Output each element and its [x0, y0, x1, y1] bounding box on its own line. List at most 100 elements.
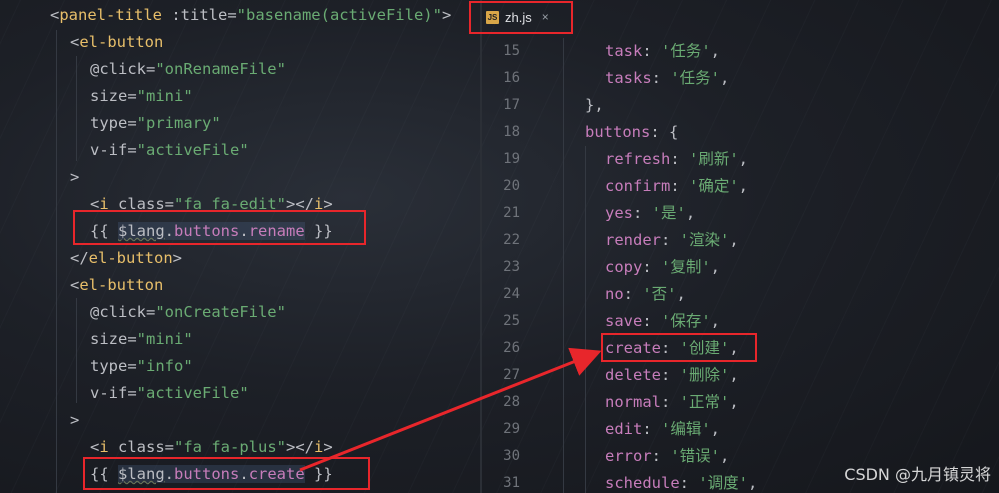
- code-token: buttons: [174, 222, 240, 240]
- code-token: },: [585, 96, 604, 114]
- line-number: 19: [503, 151, 520, 167]
- code-token: ,: [748, 474, 758, 492]
- code-token: '调度': [698, 474, 748, 492]
- code-token: buttons: [585, 123, 651, 141]
- code-line: error: '错误',: [605, 443, 729, 470]
- code-token: ,: [685, 204, 696, 222]
- code-token: :: [661, 393, 680, 411]
- code-token: :: [642, 258, 661, 276]
- line-number: 17: [503, 97, 520, 113]
- code-token: '编辑': [661, 420, 711, 438]
- code-token: i: [99, 195, 119, 213]
- code-line: {{ $lang.buttons.create }}: [90, 461, 333, 488]
- watermark: CSDN @九月镇灵将: [844, 465, 991, 484]
- code-token: :: [642, 420, 661, 438]
- code-token: el-button: [79, 276, 164, 294]
- code-line: @click="onCreateFile": [90, 299, 286, 326]
- indent-guide: [76, 56, 77, 161]
- code-token: '创建': [679, 339, 730, 357]
- code-token: yes: [605, 204, 633, 222]
- code-token: :: [633, 204, 652, 222]
- code-editor-screenshot: <panel-title :title="basename(activeFile…: [0, 0, 999, 493]
- code-token: '刷新': [689, 150, 739, 168]
- code-line: <el-button: [70, 272, 163, 299]
- code-token: '任务': [670, 69, 721, 87]
- code-token: {{: [90, 222, 118, 240]
- code-token: type=: [90, 114, 137, 132]
- code-token: type=: [90, 357, 137, 375]
- code-token: <: [70, 33, 80, 51]
- code-token: v-if=: [90, 384, 137, 402]
- code-token: @click=: [90, 303, 156, 321]
- code-line: type="info": [90, 353, 193, 380]
- code-token: }}: [304, 222, 333, 240]
- code-token: ,: [729, 231, 739, 249]
- code-token: $lang: [118, 222, 165, 240]
- code-token: '否': [642, 285, 677, 303]
- code-line: task: '任务',: [605, 38, 720, 65]
- indent-guide: [563, 38, 564, 493]
- code-token: >: [172, 249, 183, 267]
- code-token: el-button: [79, 33, 164, 51]
- code-line: >: [70, 164, 79, 191]
- code-token: "info": [136, 357, 193, 375]
- code-line: <i class="fa fa-edit"></i>: [90, 191, 333, 218]
- code-token: :: [642, 312, 661, 330]
- code-token: $lang: [118, 465, 165, 483]
- line-number: 23: [503, 259, 520, 275]
- code-token: <: [90, 195, 100, 213]
- code-token: create: [605, 339, 661, 357]
- code-token: create: [248, 465, 305, 483]
- code-token: i: [99, 438, 119, 456]
- code-token: :: [661, 366, 680, 384]
- code-token: >: [70, 411, 80, 429]
- code-token: >: [323, 438, 333, 456]
- code-token: copy: [605, 258, 643, 276]
- line-number: 29: [503, 421, 520, 437]
- code-token: <: [70, 276, 80, 294]
- code-token: ,: [710, 420, 721, 438]
- code-line: buttons: {: [585, 119, 678, 146]
- code-token: ,: [720, 69, 730, 87]
- code-line: {{ $lang.buttons.rename }}: [90, 218, 333, 245]
- code-token: buttons: [174, 465, 240, 483]
- code-line: create: '创建',: [605, 335, 739, 362]
- code-line: normal: '正常',: [605, 389, 739, 416]
- code-token: ,: [676, 285, 686, 303]
- code-line: copy: '复制',: [605, 254, 720, 281]
- tab-zh-js[interactable]: JS zh.js ×: [474, 2, 570, 32]
- line-number: 27: [503, 367, 520, 383]
- code-token: >: [70, 168, 80, 186]
- code-line: yes: '是',: [605, 200, 695, 227]
- line-number: 25: [503, 313, 520, 329]
- close-icon[interactable]: ×: [542, 10, 549, 24]
- tab-label: zh.js: [505, 9, 532, 25]
- code-token: ,: [729, 366, 739, 384]
- code-token: ,: [720, 447, 730, 465]
- code-token: :: [670, 177, 689, 195]
- code-token: rename: [248, 222, 305, 240]
- code-token: size=: [90, 87, 137, 105]
- code-token: size=: [90, 330, 137, 348]
- code-token: .: [164, 465, 175, 483]
- pane-divider[interactable]: [480, 0, 482, 493]
- code-line: >: [70, 407, 79, 434]
- code-token: render: [605, 231, 661, 249]
- code-line: v-if="activeFile": [90, 380, 249, 407]
- code-token: '正常': [679, 393, 730, 411]
- code-line: size="mini": [90, 326, 193, 353]
- code-token: class=: [118, 438, 175, 456]
- code-line: <el-button: [70, 29, 163, 56]
- code-token: '任务': [661, 42, 711, 60]
- code-token: <: [50, 6, 60, 24]
- code-line: v-if="activeFile": [90, 137, 249, 164]
- code-token: <: [90, 438, 100, 456]
- code-token: :: [642, 42, 661, 60]
- code-token: "fa fa-plus": [174, 438, 286, 456]
- code-token: refresh: [605, 150, 671, 168]
- code-token: i: [314, 195, 324, 213]
- code-token: "onRenameFile": [155, 60, 286, 78]
- code-token: panel-title: [59, 6, 172, 24]
- code-line: confirm: '确定',: [605, 173, 748, 200]
- code-token: edit: [605, 420, 643, 438]
